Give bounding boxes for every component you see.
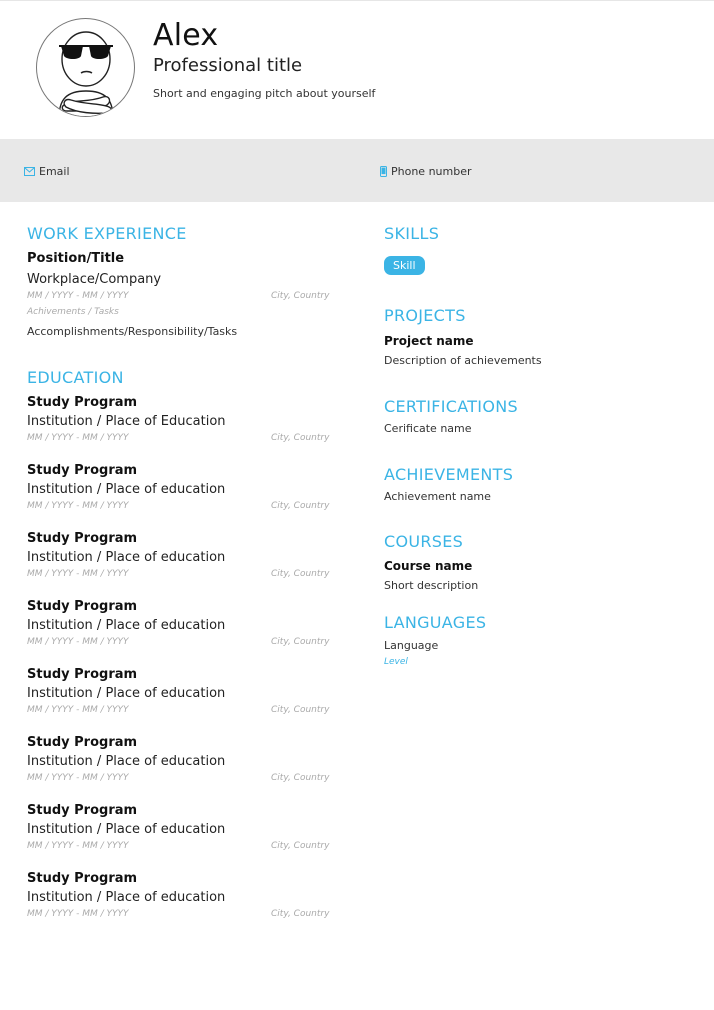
professional-title: Professional title <box>153 55 303 76</box>
study-program: Study Program <box>27 599 138 614</box>
right-column: SKILLS Skill PROJECTS Project name Descr… <box>384 224 684 669</box>
study-program: Study Program <box>27 463 138 478</box>
education-dates: MM / YYYY - MM / YYYY <box>27 501 129 511</box>
language-level: Level <box>384 657 408 667</box>
study-program: Study Program <box>27 395 138 410</box>
top-divider <box>0 0 714 1</box>
course-name: Course name <box>384 559 473 573</box>
work-meta: MM / YYYY - MM / YYYY City, Country <box>27 289 337 303</box>
institution: Institution / Place of education <box>27 686 226 701</box>
work-dates: MM / YYYY - MM / YYYY <box>27 291 129 301</box>
project-description: Description of achievements <box>384 354 542 367</box>
achievement-name: Achievement name <box>384 490 491 503</box>
sunglasses-character-icon <box>58 31 114 116</box>
education-dates: MM / YYYY - MM / YYYY <box>27 909 129 919</box>
course-description: Short description <box>384 579 479 592</box>
work-experience-heading: WORK EXPERIENCE <box>27 224 187 243</box>
education-meta: MM / YYYY - MM / YYYY City, Country <box>27 431 337 445</box>
education-location: City, Country <box>271 501 330 511</box>
skills-section: SKILLS Skill <box>384 224 684 275</box>
education-item: Study Program Institution / Place of edu… <box>27 530 337 598</box>
left-column: WORK EXPERIENCE Position/Title Workplace… <box>27 224 337 938</box>
education-dates: MM / YYYY - MM / YYYY <box>27 773 129 783</box>
education-dates: MM / YYYY - MM / YYYY <box>27 637 129 647</box>
education-location: City, Country <box>271 841 330 851</box>
achievements-heading: ACHIEVEMENTS <box>384 465 514 484</box>
skill-badge: Skill <box>384 256 425 275</box>
courses-heading: COURSES <box>384 532 464 551</box>
education-item: Study Program Institution / Place of Edu… <box>27 394 337 462</box>
institution: Institution / Place of education <box>27 754 226 769</box>
education-meta: MM / YYYY - MM / YYYY City, Country <box>27 499 337 513</box>
study-program: Study Program <box>27 735 138 750</box>
education-location: City, Country <box>271 637 330 647</box>
study-program: Study Program <box>27 803 138 818</box>
courses-section: COURSES Course name Short description <box>384 532 684 594</box>
projects-heading: PROJECTS <box>384 306 466 325</box>
education-location: City, Country <box>271 909 330 919</box>
envelope-icon <box>24 167 35 176</box>
study-program: Study Program <box>27 871 138 886</box>
project-name: Project name <box>384 334 474 348</box>
language-name: Language <box>384 639 439 652</box>
projects-section: PROJECTS Project name Description of ach… <box>384 306 684 369</box>
education-item: Study Program Institution / Place of edu… <box>27 734 337 802</box>
phone-label: Phone number <box>391 165 472 178</box>
avatar <box>36 18 135 117</box>
education-dates: MM / YYYY - MM / YYYY <box>27 841 129 851</box>
certifications-section: CERTIFICATIONS Cerificate name <box>384 397 684 437</box>
education-dates: MM / YYYY - MM / YYYY <box>27 705 129 715</box>
institution: Institution / Place of education <box>27 550 226 565</box>
achievements-section: ACHIEVEMENTS Achievement name <box>384 465 684 505</box>
education-dates: MM / YYYY - MM / YYYY <box>27 433 129 443</box>
study-program: Study Program <box>27 667 138 682</box>
mobile-phone-icon <box>380 166 387 177</box>
education-item: Study Program Institution / Place of edu… <box>27 802 337 870</box>
education-meta: MM / YYYY - MM / YYYY City, Country <box>27 703 337 717</box>
email-label: Email <box>39 165 70 178</box>
education-meta: MM / YYYY - MM / YYYY City, Country <box>27 635 337 649</box>
institution: Institution / Place of education <box>27 482 226 497</box>
workplace-company: Workplace/Company <box>27 272 162 287</box>
contact-bar <box>0 139 714 202</box>
certifications-heading: CERTIFICATIONS <box>384 397 518 416</box>
languages-heading: LANGUAGES <box>384 613 487 632</box>
pitch-text: Short and engaging pitch about yourself <box>153 87 376 100</box>
institution: Institution / Place of education <box>27 618 226 633</box>
accomplishments-text: Accomplishments/Responsibility/Tasks <box>27 325 238 338</box>
position-title: Position/Title <box>27 251 125 266</box>
email-contact[interactable]: Email <box>24 165 70 178</box>
education-section: EDUCATION Study Program Institution / Pl… <box>27 368 337 938</box>
education-item: Study Program Institution / Place of edu… <box>27 870 337 938</box>
education-location: City, Country <box>271 705 330 715</box>
education-item: Study Program Institution / Place of edu… <box>27 462 337 530</box>
study-program: Study Program <box>27 531 138 546</box>
person-name: Alex <box>153 18 219 53</box>
education-location: City, Country <box>271 569 330 579</box>
institution: Institution / Place of Education <box>27 414 226 429</box>
skills-heading: SKILLS <box>384 224 440 243</box>
certificate-name: Cerificate name <box>384 422 472 435</box>
education-item: Study Program Institution / Place of edu… <box>27 598 337 666</box>
education-meta: MM / YYYY - MM / YYYY City, Country <box>27 907 337 921</box>
institution: Institution / Place of education <box>27 890 226 905</box>
languages-section: LANGUAGES Language Level <box>384 613 684 669</box>
education-meta: MM / YYYY - MM / YYYY City, Country <box>27 839 337 853</box>
education-meta: MM / YYYY - MM / YYYY City, Country <box>27 567 337 581</box>
education-heading: EDUCATION <box>27 368 124 387</box>
tasks-label: Achivements / Tasks <box>27 307 119 317</box>
institution: Institution / Place of education <box>27 822 226 837</box>
education-location: City, Country <box>271 773 330 783</box>
education-dates: MM / YYYY - MM / YYYY <box>27 569 129 579</box>
education-meta: MM / YYYY - MM / YYYY City, Country <box>27 771 337 785</box>
education-location: City, Country <box>271 433 330 443</box>
work-experience-section: WORK EXPERIENCE Position/Title Workplace… <box>27 224 337 340</box>
education-item: Study Program Institution / Place of edu… <box>27 666 337 734</box>
phone-contact[interactable]: Phone number <box>380 165 472 178</box>
work-location: City, Country <box>271 291 330 301</box>
